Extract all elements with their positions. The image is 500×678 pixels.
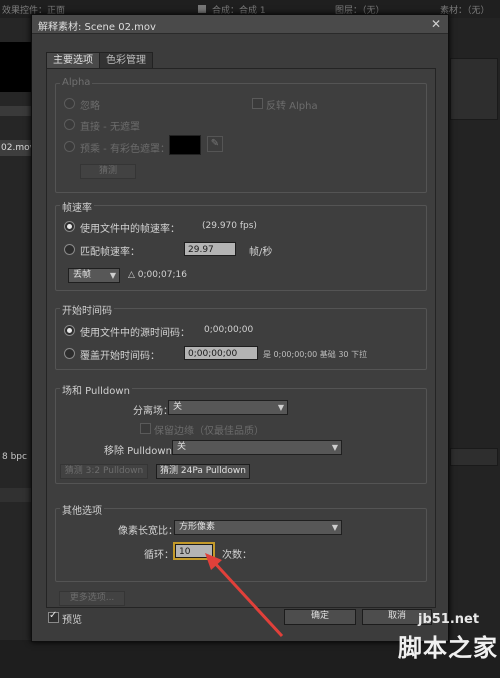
- arrow-shaft: [210, 558, 284, 638]
- watermark-site: jb51.net: [418, 612, 480, 627]
- watermark-name: 脚本之家: [398, 634, 498, 662]
- annotation-arrow: [205, 553, 284, 638]
